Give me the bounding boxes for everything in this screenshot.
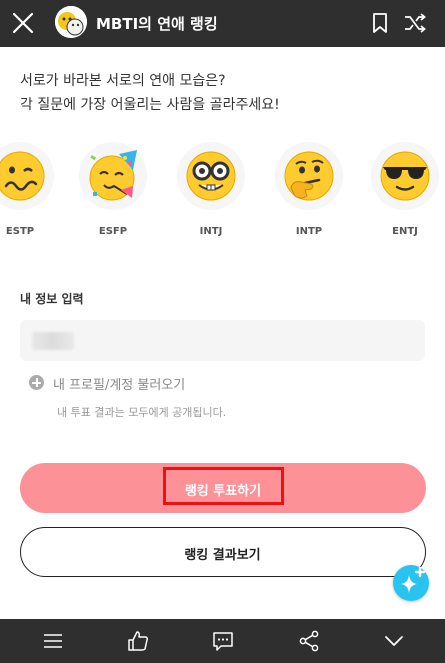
redacted-value (32, 332, 74, 350)
mbti-label: ENTJ (392, 226, 418, 237)
mbti-label: INTP (295, 226, 323, 237)
nerd-face-icon (186, 151, 236, 201)
view-results-label: 랭킹 결과보기 (184, 548, 261, 563)
sparkle-plus-icon (401, 566, 426, 593)
public-note: 내 투표 결과는 모두에게 공개됩니다. (57, 406, 227, 419)
bookmark-icon[interactable] (370, 12, 390, 34)
bottom-bar (0, 619, 445, 663)
sunglasses-face-icon (380, 151, 430, 201)
chevron-down-icon[interactable] (383, 630, 405, 652)
mbti-label: ESTP (5, 226, 35, 237)
vote-ranking-button[interactable]: 랭킹 투표하기 (20, 463, 426, 513)
mbti-label: ESFP (98, 226, 128, 237)
page-title: MBTI의 연애 랭킹 (96, 15, 218, 33)
shuffle-icon[interactable] (403, 12, 427, 34)
menu-icon[interactable] (42, 630, 64, 652)
share-icon[interactable] (298, 630, 320, 652)
partying-face-icon (89, 150, 137, 201)
woozy-face-icon (0, 151, 45, 201)
mbti-option-intp[interactable]: INTP (270, 140, 350, 250)
intro-line-1: 서로가 바라본 서로의 연애 모습은? (20, 73, 226, 89)
intro-line-2: 각 질문에 가장 어울리는 사람을 골라주세요! (20, 97, 280, 113)
my-info-input[interactable] (20, 320, 425, 361)
mbti-choice-row: ESTP ESFP INTJ INTP ENTJ (0, 140, 445, 250)
load-profile-label: 내 프로필/계정 불러오기 (53, 378, 186, 393)
top-bar: MBTI의 연애 랭킹 (0, 0, 445, 47)
thumbs-up-icon[interactable] (127, 630, 149, 652)
comment-icon[interactable] (212, 630, 234, 652)
mbti-label: INTJ (199, 226, 223, 237)
mbti-option-esfp[interactable]: ESFP (74, 140, 154, 250)
mbti-option-entj[interactable]: ENTJ (366, 140, 445, 250)
thinking-face-icon (284, 151, 334, 201)
intro-text: 서로가 바라본 서로의 연애 모습은? 각 질문에 가장 어울리는 사람을 골라… (20, 69, 420, 117)
avatar (55, 6, 87, 38)
mbti-option-estp[interactable]: ESTP (0, 140, 61, 250)
mbti-option-intj[interactable]: INTJ (172, 140, 252, 250)
vote-ranking-label: 랭킹 투표하기 (184, 484, 262, 499)
close-icon[interactable] (10, 10, 36, 36)
plus-circle-icon (29, 375, 44, 390)
sparkle-fab-button[interactable] (393, 565, 429, 601)
section-label-my-info: 내 정보 입력 (20, 292, 84, 306)
view-results-button[interactable]: 랭킹 결과보기 (20, 527, 426, 577)
